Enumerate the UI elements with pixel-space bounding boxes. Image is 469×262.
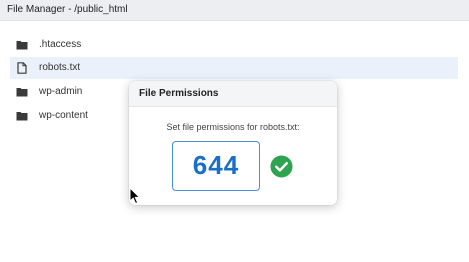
file-row-htaccess[interactable]: .htaccess xyxy=(10,34,458,56)
dialog-title: File Permissions xyxy=(139,88,219,99)
file-name: wp-admin xyxy=(39,86,83,97)
folder-icon xyxy=(16,112,28,121)
dialog-prompt: Set file permissions for robots.txt: xyxy=(166,122,300,132)
title-bar: File Manager - /public_html xyxy=(0,0,469,21)
file-icon xyxy=(17,62,27,74)
folder-icon xyxy=(16,41,28,50)
file-row-robots-txt[interactable]: robots.txt xyxy=(10,57,458,79)
file-permissions-dialog: File Permissions Set file permissions fo… xyxy=(129,81,337,205)
window-title: File Manager - /public_html xyxy=(7,4,128,15)
permission-input[interactable]: 644 xyxy=(172,141,260,191)
mouse-cursor-icon xyxy=(129,187,141,205)
check-circle-icon xyxy=(270,155,293,178)
file-name: .htaccess xyxy=(39,39,82,50)
dialog-header: File Permissions xyxy=(129,81,337,107)
folder-icon xyxy=(16,88,28,97)
file-name: robots.txt xyxy=(39,62,81,73)
file-name: wp-content xyxy=(39,110,88,121)
